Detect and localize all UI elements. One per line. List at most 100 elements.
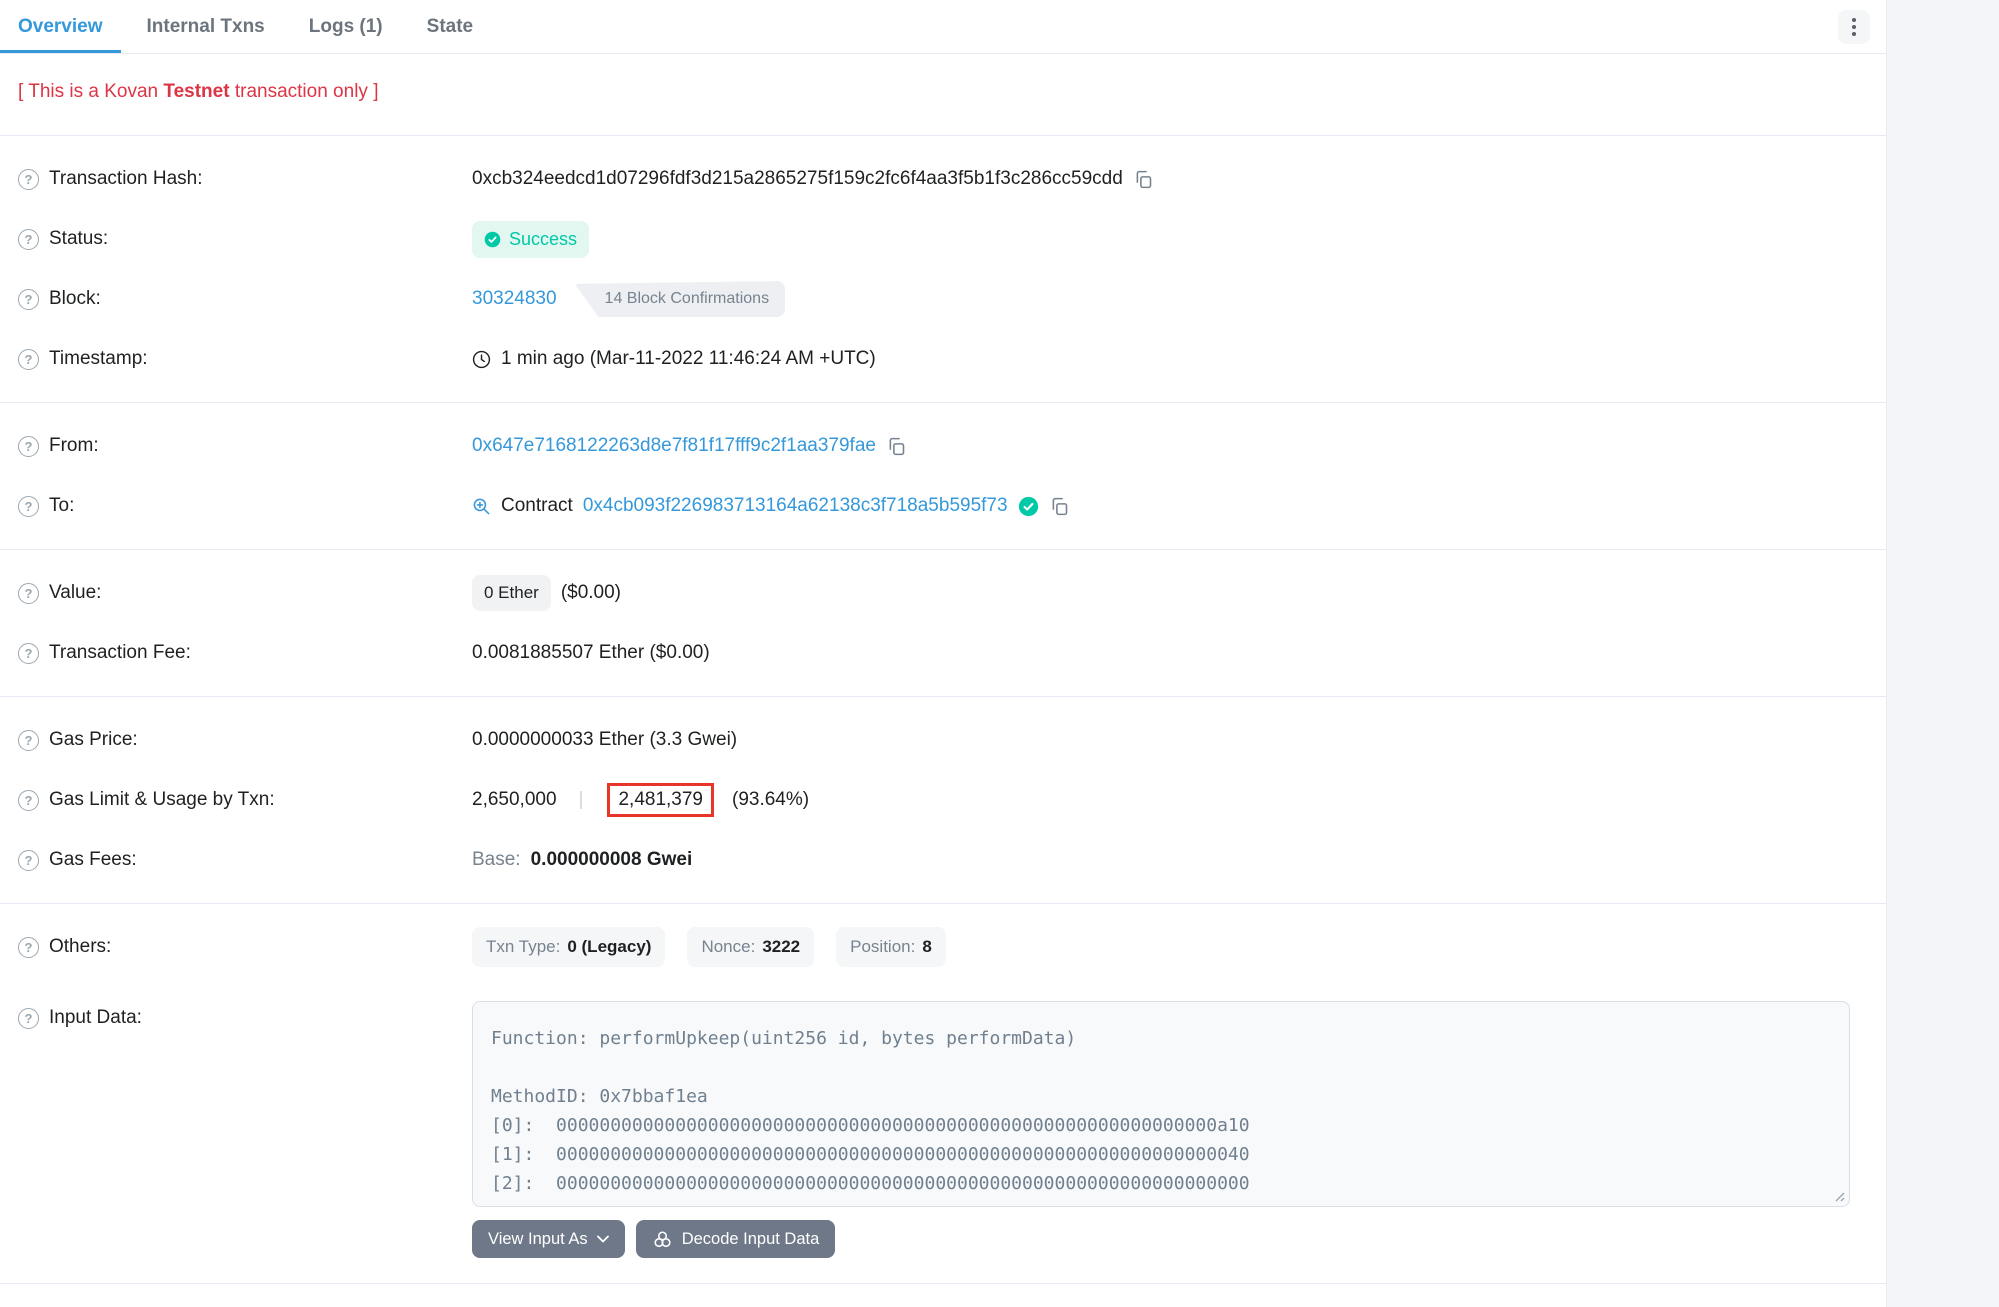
position-chip-label: Position: [850,937,915,957]
clock-icon [472,350,491,369]
transaction-fee-row: ? Transaction Fee: 0.0081885507 Ether ($… [0,623,1886,683]
gas-fees-label: Gas Fees: [49,849,137,871]
tab-overview[interactable]: Overview [0,0,121,53]
copy-icon[interactable] [886,436,907,457]
to-row: ? To: Contract 0x4cb093f226983713164a621… [0,476,1886,536]
tab-internal-txns[interactable]: Internal Txns [129,0,283,53]
txn-type-chip: Txn Type: 0 (Legacy) [472,927,665,967]
value-label: Value: [49,582,101,604]
copy-icon[interactable] [1133,169,1154,190]
nonce-chip-value: 3222 [762,937,800,957]
copy-icon[interactable] [1049,496,1070,517]
status-label: Status: [49,228,108,250]
input-data-text: Function: performUpkeep(uint256 id, byte… [491,1024,1831,1198]
divider [0,1283,1886,1284]
gas-limit-usage-row: ? Gas Limit & Usage by Txn: 2,650,000 | … [0,770,1886,830]
transaction-fee-value: 0.0081885507 Ether ($0.00) [472,642,710,664]
help-icon[interactable]: ? [18,436,39,457]
help-icon[interactable]: ? [18,790,39,811]
status-row: ? Status: Success [0,209,1886,269]
position-chip-value: 8 [922,937,931,957]
separator: | [579,789,584,811]
help-icon[interactable]: ? [18,1008,39,1029]
txn-type-chip-value: 0 (Legacy) [567,937,651,957]
value-usd: ($0.00) [561,582,621,604]
view-input-as-label: View Input As [488,1230,588,1249]
gas-fees-base-value: 0.000000008 Gwei [531,849,693,871]
block-number-link[interactable]: 30324830 [472,288,557,310]
from-row: ? From: 0x647e7168122263d8e7f81f17fff9c2… [0,416,1886,476]
transaction-hash-label: Transaction Hash: [49,168,202,190]
value-row: ? Value: 0 Ether ($0.00) [0,563,1886,623]
help-icon[interactable]: ? [18,730,39,751]
transaction-fee-label: Transaction Fee: [49,642,191,664]
help-icon[interactable]: ? [18,169,39,190]
resize-handle[interactable] [1832,1189,1845,1202]
tab-overview-label: Overview [18,16,103,38]
block-row: ? Block: 30324830 14 Block Confirmations [0,269,1886,329]
help-icon[interactable]: ? [18,289,39,310]
testnet-warning-suffix: transaction only ] [230,81,379,102]
gas-price-value: 0.0000000033 Ether (3.3 Gwei) [472,729,737,751]
gas-fees-row: ? Gas Fees: Base: 0.000000008 Gwei [0,830,1886,890]
testnet-warning-bold: Testnet [163,81,229,102]
gas-limit-usage-label: Gas Limit & Usage by Txn: [49,789,275,811]
decode-input-data-button[interactable]: Decode Input Data [636,1220,836,1258]
position-chip: Position: 8 [836,927,946,967]
to-address-link[interactable]: 0x4cb093f226983713164a62138c3f718a5b595f… [583,495,1008,517]
tab-internal-txns-label: Internal Txns [147,16,265,38]
tab-logs[interactable]: Logs (1) [291,0,401,53]
timestamp-value: 1 min ago (Mar-11-2022 11:46:24 AM +UTC) [501,348,876,370]
help-icon[interactable]: ? [18,496,39,517]
gas-used-percent: (93.64%) [732,789,809,811]
nonce-chip: Nonce: 3222 [687,927,814,967]
timestamp-label: Timestamp: [49,348,148,370]
gas-used-value: 2,481,379 [618,789,703,811]
block-confirmations-badge: 14 Block Confirmations [575,281,786,317]
help-icon[interactable]: ? [18,643,39,664]
view-input-as-button[interactable]: View Input As [472,1220,625,1258]
from-label: From: [49,435,99,457]
gas-used-highlight-box: 2,481,379 [607,783,714,817]
verified-check-icon [1018,496,1039,517]
others-label: Others: [49,936,111,958]
section-identification: ? Transaction Hash: 0xcb324eedcd1d07296f… [0,136,1886,402]
check-circle-icon [484,231,501,248]
testnet-warning: [ This is a Kovan Testnet transaction on… [0,54,1886,135]
help-icon[interactable]: ? [18,850,39,871]
gas-price-row: ? Gas Price: 0.0000000033 Ether (3.3 Gwe… [0,710,1886,770]
gas-price-label: Gas Price: [49,729,138,751]
tab-logs-label: Logs (1) [309,16,383,38]
timestamp-row: ? Timestamp: 1 min ago (Mar-11-2022 11:4… [0,329,1886,389]
help-icon[interactable]: ? [18,583,39,604]
from-address-link[interactable]: 0x647e7168122263d8e7f81f17fff9c2f1aa379f… [472,435,876,457]
chevron-down-icon [597,1235,609,1243]
section-value: ? Value: 0 Ether ($0.00) ? Transaction F… [0,550,1886,696]
decode-input-data-label: Decode Input Data [682,1230,820,1249]
others-row: ? Others: Txn Type: 0 (Legacy) Nonce: 32… [0,917,1886,977]
more-options-button[interactable] [1838,10,1870,44]
section-others: ? Others: Txn Type: 0 (Legacy) Nonce: 32… [0,904,1886,1271]
tab-state[interactable]: State [409,0,491,53]
gas-fees-base-label: Base: [472,849,521,871]
zoom-in-icon[interactable] [472,497,491,516]
decode-icon [652,1229,673,1250]
testnet-warning-prefix: [ This is a Kovan [18,81,163,102]
kebab-icon [1852,18,1856,22]
ether-value-badge: 0 Ether [472,575,551,611]
transaction-hash-value: 0xcb324eedcd1d07296fdf3d215a2865275f159c… [472,168,1123,190]
input-data-actions: View Input As Decode Input Data [472,1220,1850,1258]
input-data-textarea[interactable]: Function: performUpkeep(uint256 id, byte… [472,1001,1850,1207]
help-icon[interactable]: ? [18,349,39,370]
help-icon[interactable]: ? [18,229,39,250]
to-contract-label: Contract [501,495,573,517]
status-value: Success [509,229,577,250]
help-icon[interactable]: ? [18,937,39,958]
section-parties: ? From: 0x647e7168122263d8e7f81f17fff9c2… [0,403,1886,549]
gas-limit-value: 2,650,000 [472,789,557,811]
tab-bar: Overview Internal Txns Logs (1) State [0,0,1886,54]
transaction-hash-row: ? Transaction Hash: 0xcb324eedcd1d07296f… [0,149,1886,209]
input-data-row: ? Input Data: Function: performUpkeep(ui… [0,977,1886,1258]
tab-state-label: State [427,16,473,38]
transaction-overview-card: Overview Internal Txns Logs (1) State [ … [0,0,1887,1307]
